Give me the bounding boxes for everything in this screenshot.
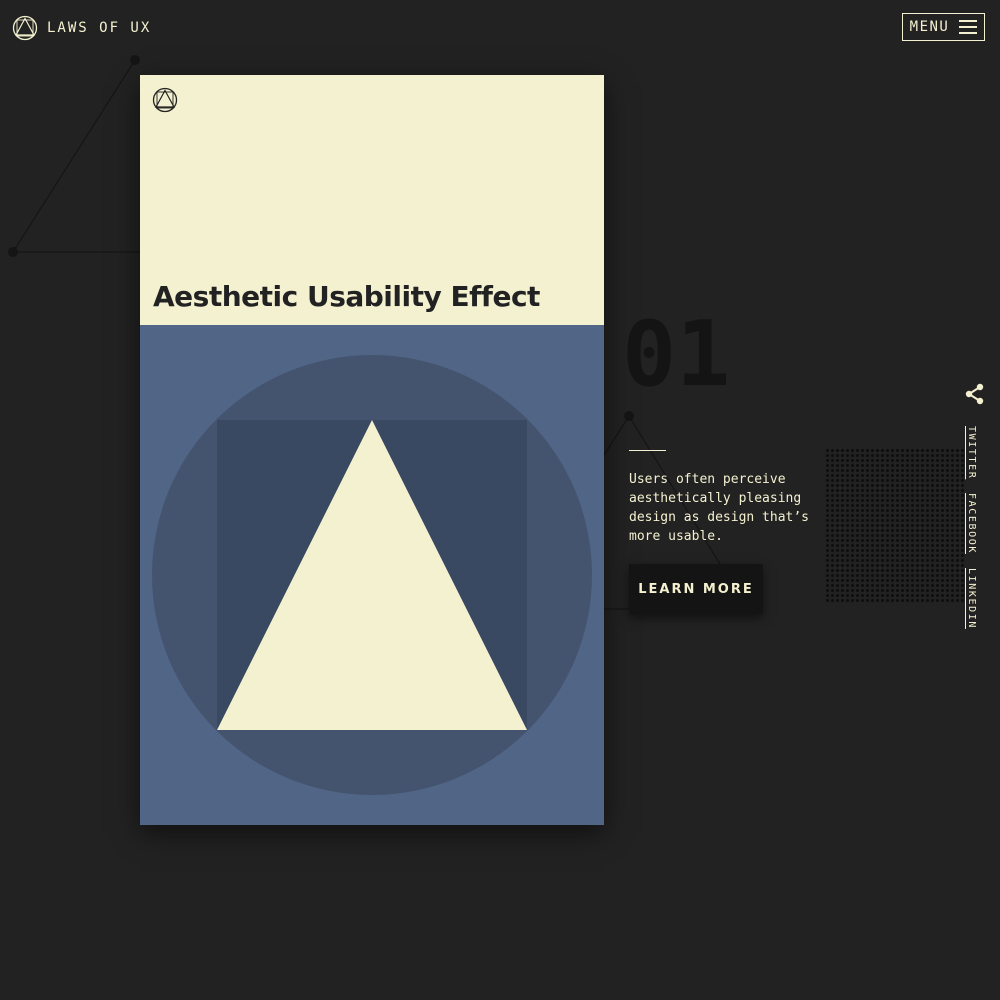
triangle-illustration [152, 355, 592, 795]
card-illustration [140, 325, 604, 825]
linkedin-link[interactable]: LINKEDIN [966, 568, 977, 629]
dot-pattern-decoration [825, 448, 965, 604]
divider-line [629, 450, 666, 451]
card-header: Aesthetic Usability Effect [140, 75, 604, 325]
laws-of-ux-logo-icon [152, 87, 178, 113]
law-card[interactable]: Aesthetic Usability Effect [140, 75, 604, 825]
law-number: 01 [622, 302, 731, 407]
social-links: TWITTER FACEBOOK LINKEDIN [966, 426, 977, 629]
laws-of-ux-logo-icon [12, 15, 38, 41]
brand-name: LAWS OF UX [47, 20, 152, 36]
brand-link[interactable]: LAWS OF UX [12, 15, 151, 41]
menu-button[interactable]: MENU [902, 13, 985, 41]
card-title: Aesthetic Usability Effect [153, 280, 540, 313]
share-icon[interactable] [964, 383, 986, 405]
law-description: Users often perceive aesthetically pleas… [629, 472, 810, 544]
hamburger-icon [959, 20, 978, 34]
twitter-link[interactable]: TWITTER [966, 426, 977, 479]
menu-label: MENU [909, 19, 950, 35]
learn-more-button[interactable]: LEARN MORE [629, 564, 763, 614]
facebook-link[interactable]: FACEBOOK [966, 493, 977, 554]
